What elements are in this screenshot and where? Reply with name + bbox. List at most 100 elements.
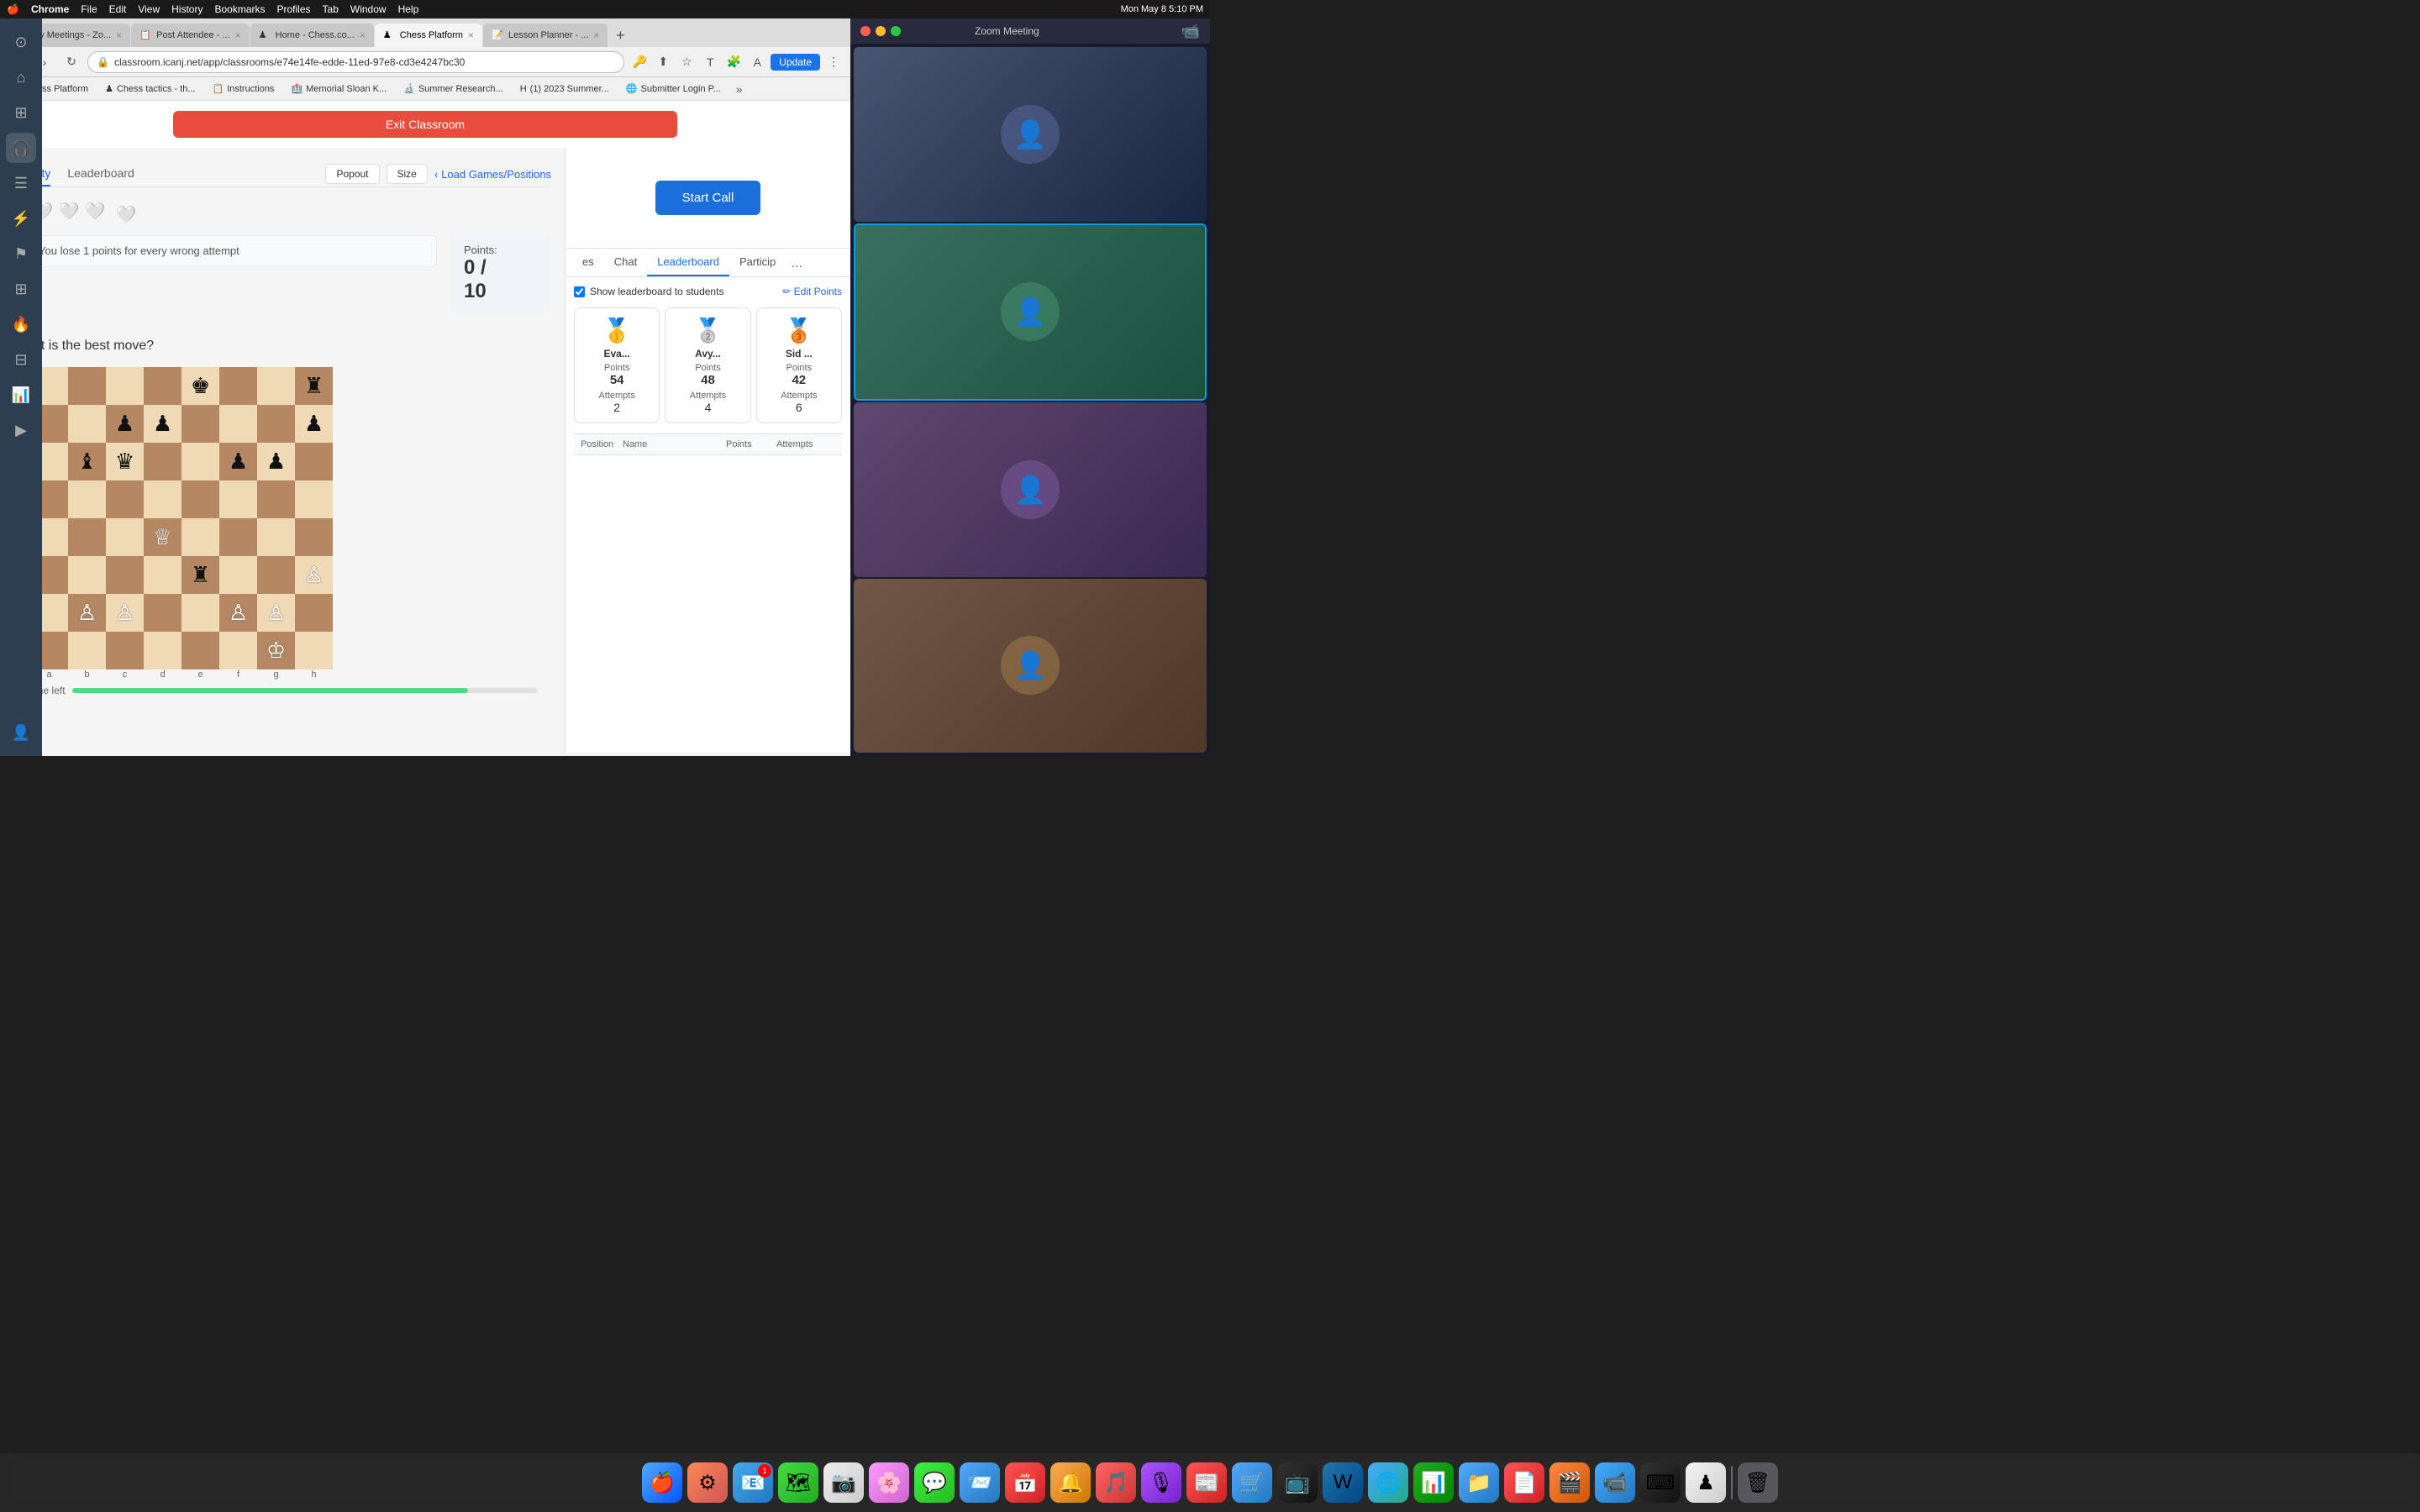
zoom-tab-leaderboard[interactable]: Leaderboard xyxy=(647,249,729,276)
square-b6[interactable]: ♝ xyxy=(68,443,106,480)
square-g3[interactable] xyxy=(257,556,295,594)
extensions-icon[interactable]: 🧩 xyxy=(723,52,744,72)
square-g5[interactable] xyxy=(257,480,295,518)
square-d8[interactable] xyxy=(144,367,182,405)
sidebar-icon-user[interactable]: 👤 xyxy=(6,717,36,748)
exit-classroom-button[interactable]: Exit Classroom xyxy=(173,111,677,138)
tab-home-chess[interactable]: ♟ Home - Chess.co... × xyxy=(250,24,374,47)
dock-podcasts[interactable]: 🎙 xyxy=(1141,1462,1181,1503)
menu-view[interactable]: View xyxy=(138,3,160,15)
address-bar[interactable]: 🔒 classroom.icanj.net/app/classrooms/e74… xyxy=(87,51,624,73)
sidebar-icon-timer[interactable]: ⊙ xyxy=(6,27,36,57)
new-tab-button[interactable]: + xyxy=(608,24,632,47)
toby-icon[interactable]: T xyxy=(700,52,720,72)
square-f1[interactable] xyxy=(219,632,257,669)
square-d5[interactable] xyxy=(144,480,182,518)
edit-points-button[interactable]: ✏ Edit Points xyxy=(782,286,842,297)
square-b4[interactable] xyxy=(68,518,106,556)
tab-lesson-planner[interactable]: 📝 Lesson Planner - ... × xyxy=(483,24,608,47)
square-c2[interactable]: ♙ xyxy=(106,594,144,632)
dock-word[interactable]: W xyxy=(1323,1462,1363,1503)
square-h8[interactable]: ♜ xyxy=(295,367,333,405)
bookmark-icon[interactable]: ☆ xyxy=(676,52,697,72)
square-g1[interactable]: ♔ xyxy=(257,632,295,669)
sidebar-icon-lightning[interactable]: ⚡ xyxy=(6,203,36,234)
key-icon[interactable]: 🔑 xyxy=(629,52,650,72)
menu-tab[interactable]: Tab xyxy=(323,3,339,15)
square-d1[interactable] xyxy=(144,632,182,669)
menu-history[interactable]: History xyxy=(171,3,203,15)
zoom-minimize-btn[interactable] xyxy=(876,26,886,36)
square-e8[interactable]: ♚ xyxy=(182,367,219,405)
square-e4[interactable] xyxy=(182,518,219,556)
menu-edit[interactable]: Edit xyxy=(109,3,127,15)
square-b1[interactable] xyxy=(68,632,106,669)
square-f5[interactable] xyxy=(219,480,257,518)
sidebar-icon-grid[interactable]: ⊞ xyxy=(6,97,36,128)
square-h6[interactable] xyxy=(295,443,333,480)
dock-finder2[interactable]: 📁 xyxy=(1459,1462,1499,1503)
share-icon[interactable]: ⬆ xyxy=(653,52,673,72)
dock-terminal[interactable]: ⌨ xyxy=(1640,1462,1681,1503)
dock-photos[interactable]: 📷 xyxy=(823,1462,864,1503)
sidebar-icon-chart[interactable]: 📊 xyxy=(6,380,36,410)
menu-bookmarks[interactable]: Bookmarks xyxy=(214,3,265,15)
size-button[interactable]: Size xyxy=(387,164,428,184)
zoom-maximize-btn[interactable] xyxy=(891,26,901,36)
zoom-close-btn[interactable] xyxy=(860,26,871,36)
square-h7[interactable]: ♟ xyxy=(295,405,333,443)
zoom-tab-particip[interactable]: Particip xyxy=(729,249,786,276)
dock-music[interactable]: 🎵 xyxy=(1096,1462,1136,1503)
bookmark-memorial[interactable]: 🏥 Memorial Sloan K... xyxy=(284,81,393,96)
tab-post-attendee[interactable]: 📋 Post Attendee - ... × xyxy=(131,24,249,47)
dock-zoom[interactable]: 📹 xyxy=(1595,1462,1635,1503)
show-leaderboard-label[interactable]: Show leaderboard to students xyxy=(574,286,723,297)
square-c4[interactable] xyxy=(106,518,144,556)
square-f6[interactable]: ♟ xyxy=(219,443,257,480)
dock-launchpad[interactable]: ⚙ xyxy=(687,1462,728,1503)
square-d7[interactable]: ♟ xyxy=(144,405,182,443)
tab-leaderboard[interactable]: Leaderboard xyxy=(67,161,134,186)
dock-keynote[interactable]: 🎬 xyxy=(1549,1462,1590,1503)
square-b2[interactable]: ♙ xyxy=(68,594,106,632)
apple-logo[interactable]: 🍎 xyxy=(7,3,19,15)
bookmark-instructions[interactable]: 📋 Instructions xyxy=(205,81,281,96)
sidebar-icon-headphones[interactable]: 🎧 xyxy=(6,133,36,163)
square-h3[interactable]: ♙ xyxy=(295,556,333,594)
square-f7[interactable] xyxy=(219,405,257,443)
bookmark-summer-research[interactable]: 🔬 Summer Research... xyxy=(397,81,510,96)
menu-profiles[interactable]: Profiles xyxy=(277,3,311,15)
zoom-tab-files[interactable]: es xyxy=(572,249,604,276)
square-c6[interactable]: ♛ xyxy=(106,443,144,480)
bookmarks-more-icon[interactable]: » xyxy=(731,81,748,97)
square-c3[interactable] xyxy=(106,556,144,594)
dock-mail[interactable]: 📧 1 xyxy=(733,1462,773,1503)
sidebar-icon-play[interactable]: ▶ xyxy=(6,415,36,445)
sidebar-icon-fire[interactable]: 🔥 xyxy=(6,309,36,339)
dock-finder[interactable]: 🍎 xyxy=(642,1462,682,1503)
square-d3[interactable] xyxy=(144,556,182,594)
square-f4[interactable] xyxy=(219,518,257,556)
dock-photos2[interactable]: 🌸 xyxy=(869,1462,909,1503)
profile-icon[interactable]: A xyxy=(747,52,767,72)
square-e2[interactable] xyxy=(182,594,219,632)
square-g7[interactable] xyxy=(257,405,295,443)
square-g8[interactable] xyxy=(257,367,295,405)
square-f3[interactable] xyxy=(219,556,257,594)
dock-maps[interactable]: 🗺 xyxy=(778,1462,818,1503)
menu-icon[interactable]: ⋮ xyxy=(823,52,844,72)
square-e1[interactable] xyxy=(182,632,219,669)
tab-chess-platform[interactable]: ♟ Chess Platform × xyxy=(375,24,482,47)
tab-close-2[interactable]: × xyxy=(235,29,241,41)
menu-window[interactable]: Window xyxy=(350,3,387,15)
dock-appstore[interactable]: 🛒 xyxy=(1232,1462,1272,1503)
square-e7[interactable] xyxy=(182,405,219,443)
square-b5[interactable] xyxy=(68,480,106,518)
square-f2[interactable]: ♙ xyxy=(219,594,257,632)
menu-help[interactable]: Help xyxy=(398,3,419,15)
square-c1[interactable] xyxy=(106,632,144,669)
square-b7[interactable] xyxy=(68,405,106,443)
load-games-link[interactable]: ‹ Load Games/Positions xyxy=(434,168,551,181)
dock-reminders[interactable]: 🔔 xyxy=(1050,1462,1091,1503)
square-e6[interactable] xyxy=(182,443,219,480)
